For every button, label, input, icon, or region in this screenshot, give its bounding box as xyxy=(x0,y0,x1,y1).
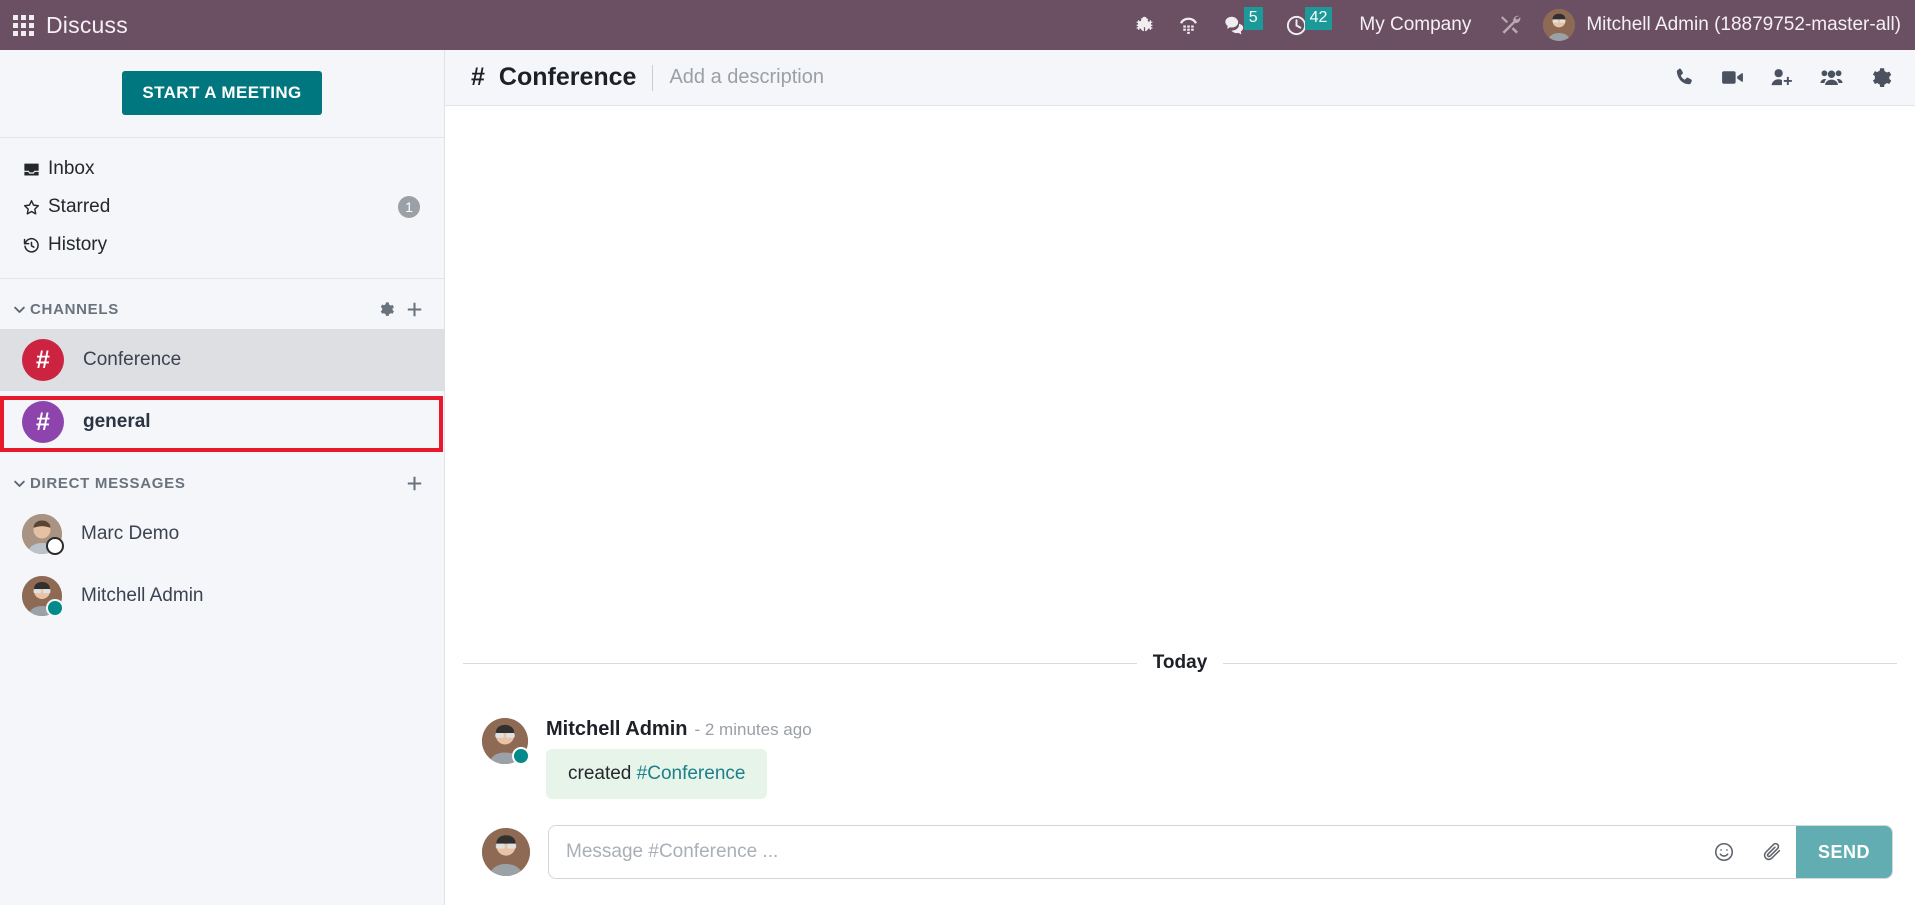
discuss-main-panel: # Conference Add a description Today Mit… xyxy=(445,50,1915,905)
chevron-down-icon xyxy=(8,476,30,491)
tools-icon[interactable] xyxy=(1487,0,1535,50)
direct-messages-group-header[interactable]: DIRECT MESSAGES xyxy=(0,463,444,503)
message-item: Mitchell Admin - 2 minutes ago created #… xyxy=(445,718,1915,815)
avatar xyxy=(482,828,530,876)
status-offline-indicator xyxy=(46,537,64,555)
message-text: created xyxy=(568,763,637,784)
sidebar-item-label: Starred xyxy=(48,196,111,217)
dm-name: Mitchell Admin xyxy=(81,585,204,606)
start-meeting-button[interactable]: START A MEETING xyxy=(122,71,322,115)
mailbox-list: Inbox Starred 1 History xyxy=(0,138,444,279)
page-title[interactable]: Conference xyxy=(499,63,637,92)
channel-hash-avatar: # xyxy=(22,401,64,443)
members-icon[interactable] xyxy=(1818,66,1845,89)
message-thread: Today Mitchell Admin - 2 minutes ago cre… xyxy=(445,106,1915,825)
channels-group-actions xyxy=(378,300,424,319)
send-button[interactable]: SEND xyxy=(1795,826,1892,878)
message-input[interactable] xyxy=(549,826,1700,878)
direct-messages-group-actions xyxy=(405,474,424,493)
user-name: Mitchell Admin (18879752-master-all) xyxy=(1586,14,1901,35)
sidebar-item-starred[interactable]: Starred 1 xyxy=(0,188,444,226)
channels-group-header[interactable]: CHANNELS xyxy=(0,289,444,329)
message-bubble: created #Conference xyxy=(546,749,768,799)
sidebar-item-label: History xyxy=(48,234,108,255)
messages-menu[interactable]: 5 xyxy=(1211,0,1274,50)
channels-group-title: CHANNELS xyxy=(30,300,119,318)
discuss-sidebar: START A MEETING Inbox Starred 1 History … xyxy=(0,50,445,905)
sidebar-item-label: Inbox xyxy=(48,158,95,179)
channel-mention-link[interactable]: #Conference xyxy=(637,763,746,784)
apps-grid-icon[interactable] xyxy=(13,14,34,36)
history-icon xyxy=(22,236,48,255)
separator-line xyxy=(463,662,1137,664)
channel-description-input[interactable]: Add a description xyxy=(669,66,824,89)
call-icon[interactable] xyxy=(1673,66,1696,89)
composer-box: SEND xyxy=(548,825,1893,879)
bug-icon[interactable] xyxy=(1123,0,1166,50)
add-user-icon[interactable] xyxy=(1769,66,1794,89)
discuss-app-window: Discuss 5 42 My Company Mitchell Admin (… xyxy=(0,0,1915,905)
smiley-icon[interactable] xyxy=(1700,841,1748,863)
inbox-icon xyxy=(22,160,48,179)
avatar xyxy=(22,576,64,617)
sidebar-item-mitchell-admin[interactable]: Mitchell Admin xyxy=(0,565,444,627)
avatar xyxy=(1543,9,1576,41)
top-navbar: Discuss 5 42 My Company Mitchell Admin (… xyxy=(0,0,1915,50)
avatar xyxy=(22,514,64,555)
start-meeting-section: START A MEETING xyxy=(0,50,444,138)
starred-badge: 1 xyxy=(398,196,420,218)
sidebar-item-marc-demo[interactable]: Marc Demo xyxy=(0,503,444,565)
video-camera-icon[interactable] xyxy=(1720,65,1745,90)
activities-menu[interactable]: 42 xyxy=(1274,0,1344,50)
company-selector[interactable]: My Company xyxy=(1343,14,1487,36)
gear-icon[interactable] xyxy=(378,301,395,318)
avatar xyxy=(482,718,530,765)
channel-actions xyxy=(1673,65,1893,90)
app-title[interactable]: Discuss xyxy=(46,12,128,39)
status-online-indicator xyxy=(512,747,530,765)
message-author[interactable]: Mitchell Admin xyxy=(546,718,687,741)
channel-name: general xyxy=(83,411,151,432)
sidebar-item-history[interactable]: History xyxy=(0,226,444,264)
message-body: Mitchell Admin - 2 minutes ago created #… xyxy=(546,718,812,799)
channel-header: # Conference Add a description xyxy=(445,50,1915,106)
hash-icon: # xyxy=(471,63,485,91)
status-online-indicator xyxy=(46,599,64,617)
sidebar-item-inbox[interactable]: Inbox xyxy=(0,150,444,188)
phone-dialpad-icon[interactable] xyxy=(1166,0,1211,50)
messages-badge: 5 xyxy=(1243,6,1263,30)
day-separator: Today xyxy=(445,652,1915,674)
channel-name: Conference xyxy=(83,349,182,370)
chevron-down-icon xyxy=(8,302,30,317)
user-menu[interactable]: Mitchell Admin (18879752-master-all) xyxy=(1535,9,1915,41)
separator-line xyxy=(1223,662,1898,664)
plus-icon[interactable] xyxy=(405,300,424,319)
sidebar-item-general[interactable]: # general xyxy=(0,391,444,453)
plus-icon[interactable] xyxy=(405,474,424,493)
divider xyxy=(652,64,654,91)
star-icon xyxy=(22,198,48,217)
app-body: START A MEETING Inbox Starred 1 History … xyxy=(0,50,1915,905)
message-timestamp: - 2 minutes ago xyxy=(694,720,812,739)
direct-messages-group-title: DIRECT MESSAGES xyxy=(30,474,186,492)
sidebar-item-conference[interactable]: # Conference xyxy=(0,329,444,391)
settings-gear-icon[interactable] xyxy=(1869,66,1893,90)
message-header: Mitchell Admin - 2 minutes ago xyxy=(546,718,812,741)
dm-name: Marc Demo xyxy=(81,523,180,544)
paperclip-icon[interactable] xyxy=(1748,841,1796,863)
message-composer: SEND xyxy=(445,825,1915,905)
activities-badge: 42 xyxy=(1304,6,1333,30)
channel-hash-avatar: # xyxy=(22,339,64,381)
day-separator-label: Today xyxy=(1152,652,1208,673)
